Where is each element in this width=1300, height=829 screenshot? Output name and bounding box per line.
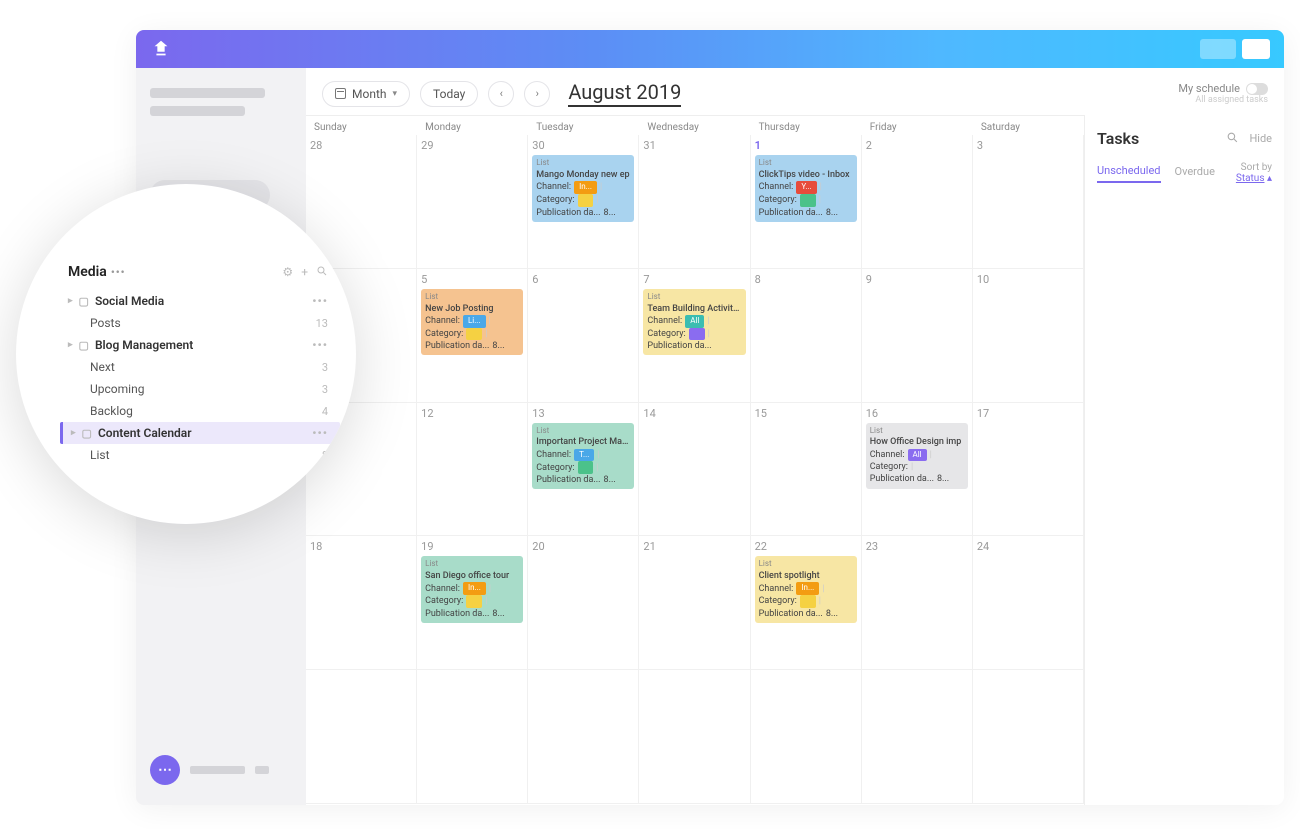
calendar-cell[interactable]: 17: [973, 403, 1084, 537]
calendar-event[interactable]: ListHow Office Design impChannel: All |C…: [866, 423, 968, 489]
calendar: SundayMondayTuesdayWednesdayThursdayFrid…: [306, 115, 1084, 805]
sidebar-item-content-calendar[interactable]: ▸▢Content Calendar•••: [60, 422, 340, 444]
main-content: Month ▾ Today ‹ › August 2019 My schedul…: [306, 68, 1284, 805]
calendar-cell[interactable]: [417, 670, 528, 804]
window-controls: [1200, 39, 1270, 59]
prev-button[interactable]: ‹: [488, 81, 514, 107]
tasks-panel: Tasks Hide Unscheduled Overdue Sort by: [1084, 115, 1284, 805]
calendar-cell[interactable]: 29: [417, 135, 528, 269]
calendar-cell[interactable]: 14: [639, 403, 750, 537]
calendar-cell[interactable]: 21: [639, 536, 750, 670]
sidebar-skeleton: [255, 766, 269, 774]
calendar-cell[interactable]: 15: [751, 403, 862, 537]
calendar-cell[interactable]: 1ListClickTips video - InboxChannel: Y..…: [751, 135, 862, 269]
calendar-cell[interactable]: 13ListImportant Project ManaChannel: T..…: [528, 403, 639, 537]
plus-icon[interactable]: +: [301, 265, 308, 280]
more-icon: •••: [312, 426, 328, 440]
my-schedule-label: My schedule: [1178, 82, 1240, 95]
calendar-cell[interactable]: 22ListClient spotlightChannel: In... |Ca…: [751, 536, 862, 670]
calendar-event[interactable]: ListNew Job PostingChannel: Li... |Categ…: [421, 289, 523, 356]
sidebar-skeleton: [150, 106, 245, 116]
more-icon: •••: [312, 338, 328, 352]
sidebar-item[interactable]: ▸▢Blog Management•••: [68, 334, 328, 356]
app-logo-icon: [150, 38, 172, 60]
calendar-cell[interactable]: [528, 670, 639, 804]
more-icon: •••: [312, 294, 328, 308]
my-schedule-sub: All assigned tasks: [1195, 95, 1268, 105]
calendar-cell[interactable]: [973, 670, 1084, 804]
sidebar-footer: ⋯: [150, 755, 292, 785]
calendar-cell[interactable]: 28: [306, 135, 417, 269]
titlebar: [136, 30, 1284, 68]
day-header: Saturday: [973, 116, 1084, 135]
calendar-cell[interactable]: 10: [973, 269, 1084, 403]
sidebar-item[interactable]: Backlog4: [68, 400, 328, 422]
sidebar-skeleton: [150, 88, 265, 98]
search-icon[interactable]: [1226, 131, 1239, 147]
day-header: Friday: [862, 116, 973, 135]
chat-icon[interactable]: ⋯: [150, 755, 180, 785]
my-schedule-toggle[interactable]: [1246, 83, 1268, 95]
day-header: Sunday: [306, 116, 417, 135]
calendar-cell[interactable]: [639, 670, 750, 804]
calendar-event[interactable]: ListClient spotlightChannel: In... |Cate…: [755, 556, 857, 623]
calendar-icon: [335, 88, 346, 99]
calendar-cell[interactable]: 9: [862, 269, 973, 403]
calendar-cell[interactable]: 8: [751, 269, 862, 403]
tab-overdue[interactable]: Overdue: [1175, 165, 1215, 182]
calendar-event[interactable]: ListMango Monday new epChannel: In... |C…: [532, 155, 634, 222]
day-header: Wednesday: [639, 116, 750, 135]
sidebar-item[interactable]: ▸▢Social Media•••: [68, 290, 328, 312]
sidebar-item[interactable]: Next3: [68, 356, 328, 378]
view-label: Month: [352, 87, 386, 101]
space-title[interactable]: Media•••: [68, 264, 126, 280]
window-button-2[interactable]: [1242, 39, 1270, 59]
calendar-cell[interactable]: [862, 670, 973, 804]
calendar-cell[interactable]: 24: [973, 536, 1084, 670]
calendar-cell[interactable]: 5ListNew Job PostingChannel: Li... |Cate…: [417, 269, 528, 403]
caret-down-icon: ▾: [392, 89, 397, 99]
sidebar-zoom-popover: Media••• ⚙ + ▸▢Social Media•••Posts13▸▢B…: [16, 184, 356, 524]
calendar-cell[interactable]: 20: [528, 536, 639, 670]
calendar-cell[interactable]: 23: [862, 536, 973, 670]
gear-icon[interactable]: ⚙: [282, 265, 293, 280]
next-button[interactable]: ›: [524, 81, 550, 107]
calendar-cell[interactable]: 2: [862, 135, 973, 269]
sidebar-item[interactable]: Upcoming3: [68, 378, 328, 400]
sidebar-item[interactable]: List8: [68, 444, 328, 466]
calendar-cell[interactable]: 12: [417, 403, 528, 537]
sidebar-item[interactable]: Posts13: [68, 312, 328, 334]
calendar-cell[interactable]: [306, 670, 417, 804]
calendar-cell[interactable]: 18: [306, 536, 417, 670]
toolbar-right: My schedule All assigned tasks: [1178, 82, 1268, 105]
calendar-cell[interactable]: 3: [973, 135, 1084, 269]
calendar-event[interactable]: ListTeam Building ActivitiesChannel: All…: [643, 289, 745, 356]
calendar-cell[interactable]: 30ListMango Monday new epChannel: In... …: [528, 135, 639, 269]
calendar-event[interactable]: ListImportant Project ManaChannel: T... …: [532, 423, 634, 490]
window-button-1[interactable]: [1200, 39, 1236, 59]
sidebar-skeleton: [190, 766, 245, 774]
calendar-cell[interactable]: [751, 670, 862, 804]
sort-block[interactable]: Sort by Status ▴: [1236, 162, 1272, 184]
search-icon[interactable]: [316, 265, 328, 280]
calendar-event[interactable]: ListSan Diego office tourChannel: In... …: [421, 556, 523, 623]
tasks-title: Tasks: [1097, 129, 1139, 148]
calendar-toolbar: Month ▾ Today ‹ › August 2019 My schedul…: [306, 68, 1284, 115]
calendar-cell[interactable]: 19ListSan Diego office tourChannel: In..…: [417, 536, 528, 670]
hide-button[interactable]: Hide: [1249, 132, 1272, 145]
day-header: Tuesday: [528, 116, 639, 135]
calendar-cell[interactable]: 16ListHow Office Design impChannel: All …: [862, 403, 973, 537]
today-button[interactable]: Today: [420, 81, 478, 107]
calendar-cell[interactable]: 31: [639, 135, 750, 269]
view-selector[interactable]: Month ▾: [322, 81, 410, 107]
month-title[interactable]: August 2019: [568, 80, 681, 107]
calendar-event[interactable]: ListClickTips video - InboxChannel: Y...…: [755, 155, 857, 222]
day-header: Monday: [417, 116, 528, 135]
calendar-cell[interactable]: 7ListTeam Building ActivitiesChannel: Al…: [639, 269, 750, 403]
day-header: Thursday: [751, 116, 862, 135]
tab-unscheduled[interactable]: Unscheduled: [1097, 164, 1161, 183]
calendar-cell[interactable]: 6: [528, 269, 639, 403]
